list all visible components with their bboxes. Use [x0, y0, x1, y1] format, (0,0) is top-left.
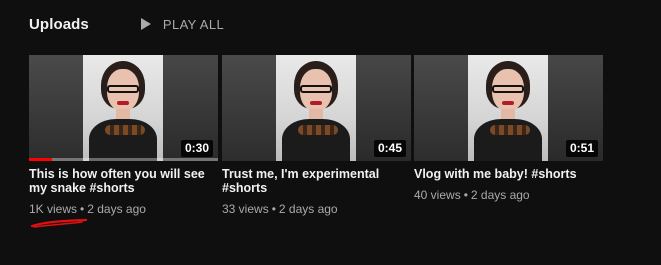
thumbnail-snake — [490, 125, 530, 135]
video-title[interactable]: Vlog with me baby! #shorts — [414, 167, 603, 181]
thumbnail-blur-left — [414, 55, 468, 161]
section-title[interactable]: Uploads — [29, 16, 89, 33]
thumbnail-glasses — [492, 85, 524, 93]
play-all-label: PLAY ALL — [162, 16, 225, 32]
thumbnail-frame — [83, 55, 163, 161]
red-underline-annotation — [30, 218, 88, 228]
meta-separator: • — [463, 188, 468, 202]
upload-age: 2 days ago — [278, 202, 338, 216]
play-icon — [140, 18, 151, 30]
video-title[interactable]: Trust me, I'm experimental #shorts — [222, 167, 411, 195]
view-count: 1K views — [29, 202, 78, 216]
upload-age: 2 days ago — [470, 188, 530, 202]
shelf-header: Uploads PLAY ALL — [29, 14, 224, 34]
uploads-shelf: Uploads PLAY ALL 0:30 This is how often … — [0, 0, 661, 265]
video-thumbnail[interactable]: 0:45 — [222, 55, 411, 161]
thumbnail-blur-left — [29, 55, 83, 161]
video-meta: 33 views • 2 days ago — [222, 202, 411, 216]
video-title[interactable]: This is how often you will see my snake … — [29, 167, 218, 195]
upload-age: 2 days ago — [87, 202, 146, 216]
play-all-button[interactable]: PLAY ALL — [140, 16, 225, 32]
meta-separator: • — [80, 202, 85, 216]
thumbnail-frame — [276, 55, 356, 161]
thumbnail-glasses — [300, 85, 332, 93]
video-card: 0:30 This is how often you will see my s… — [29, 55, 218, 216]
thumbnail-lips — [117, 101, 129, 105]
thumbnail-frame — [468, 55, 548, 161]
video-thumbnail[interactable]: 0:30 — [29, 55, 218, 161]
thumbnail-snake — [298, 125, 338, 135]
video-card: 0:45 Trust me, I'm experimental #shorts … — [222, 55, 411, 216]
watch-progress-fill — [29, 158, 52, 161]
duration-badge: 0:30 — [180, 140, 213, 157]
video-meta: 40 views • 2 days ago — [414, 188, 603, 202]
video-meta: 1K views • 2 days ago — [29, 202, 218, 216]
watch-progress-bar — [29, 158, 218, 161]
view-count: 40 views — [414, 188, 461, 202]
meta-separator: • — [271, 202, 276, 216]
video-thumbnail[interactable]: 0:51 — [414, 55, 603, 161]
view-count: 33 views — [222, 202, 269, 216]
thumbnail-snake — [105, 125, 145, 135]
thumbnail-blur-left — [222, 55, 276, 161]
duration-badge: 0:51 — [565, 140, 598, 157]
duration-badge: 0:45 — [373, 140, 406, 157]
thumbnail-glasses — [107, 85, 139, 93]
thumbnail-lips — [310, 101, 322, 105]
thumbnail-lips — [502, 101, 514, 105]
video-card: 0:51 Vlog with me baby! #shorts 40 views… — [414, 55, 603, 202]
